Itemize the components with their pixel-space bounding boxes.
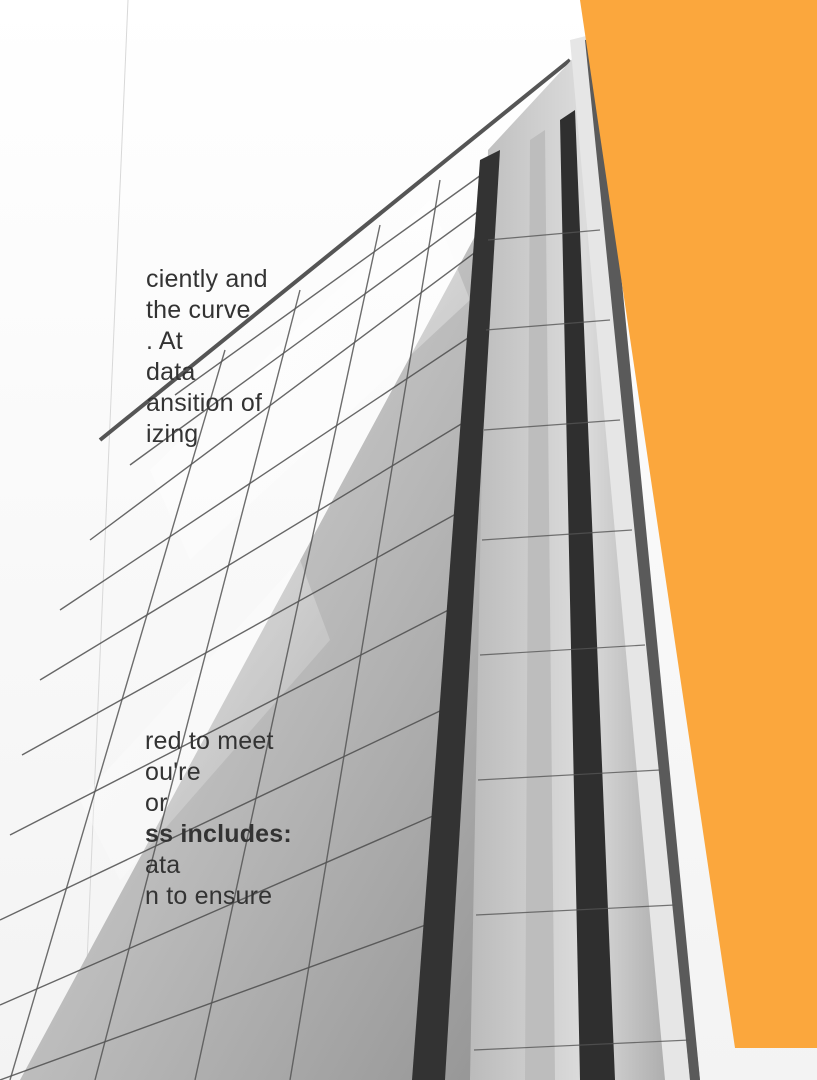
- paragraph-2-line: ou're: [145, 758, 201, 786]
- paragraph-2-line: or: [145, 789, 168, 817]
- paragraph-1-line: ciently and: [146, 265, 268, 293]
- building-photo: [0, 0, 817, 1080]
- paragraph-2: red to meet ou're or ss includes: ata n …: [0, 726, 292, 912]
- paragraph-1: ciently and the curve . At data ansition…: [0, 264, 268, 450]
- paragraph-1-line: izing: [146, 420, 199, 448]
- paragraph-1-line: . At: [146, 327, 183, 355]
- paragraph-1-line: the curve: [146, 296, 251, 324]
- paragraph-2-line: ata: [145, 851, 181, 879]
- paragraph-1-line: data: [146, 358, 196, 386]
- paragraph-1-line: ansition of: [146, 389, 263, 417]
- paragraph-2-line: n to ensure: [145, 882, 273, 910]
- page: ciently and the curve . At data ansition…: [0, 0, 817, 1080]
- paragraph-2-line: ss includes:: [145, 820, 292, 848]
- paragraph-2-line: red to meet: [145, 727, 274, 755]
